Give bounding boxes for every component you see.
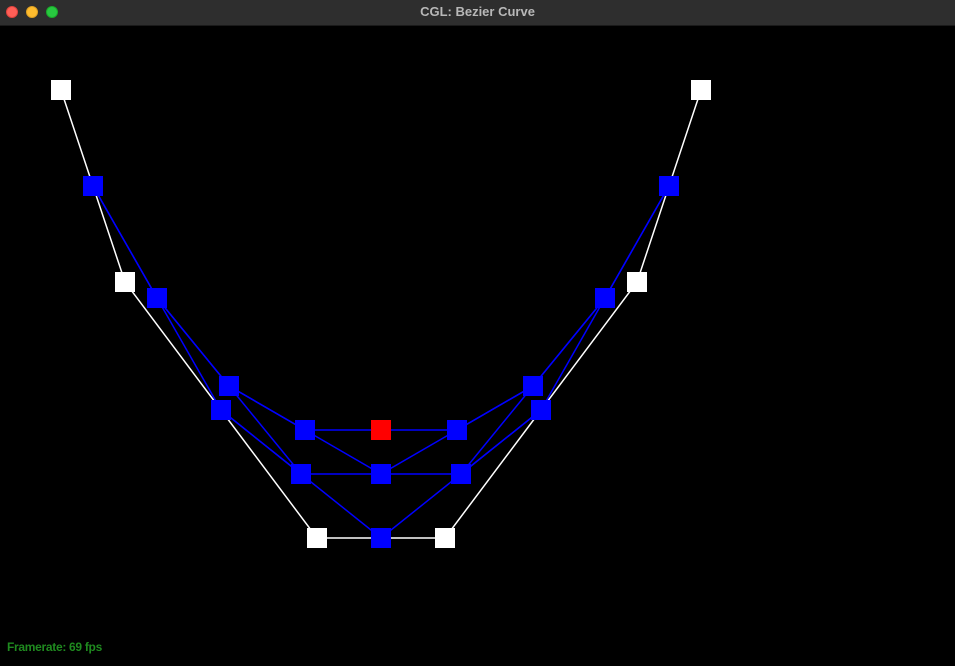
intermediate-point xyxy=(147,288,167,308)
intermediate-point xyxy=(83,176,103,196)
control-point-8[interactable] xyxy=(691,80,711,100)
intermediate-point xyxy=(371,528,391,548)
intermediate-point xyxy=(371,464,391,484)
intermediate-point xyxy=(295,420,315,440)
control-point-5[interactable] xyxy=(435,528,455,548)
control-point-2[interactable] xyxy=(115,272,135,292)
window-title: CGL: Bezier Curve xyxy=(420,4,535,19)
control-point-7[interactable] xyxy=(627,272,647,292)
canvas-background xyxy=(0,26,955,666)
intermediate-point xyxy=(291,464,311,484)
intermediate-point xyxy=(595,288,615,308)
control-point-4[interactable] xyxy=(307,528,327,548)
framerate-label: Framerate: 69 fps xyxy=(7,640,102,654)
control-point-6[interactable] xyxy=(531,400,551,420)
app-window: CGL: Bezier Curve Framerate: 69 fps xyxy=(0,0,955,666)
bezier-canvas[interactable] xyxy=(0,26,955,666)
intermediate-point xyxy=(447,420,467,440)
title-bar[interactable]: CGL: Bezier Curve xyxy=(0,0,955,26)
intermediate-point xyxy=(659,176,679,196)
control-point-1[interactable] xyxy=(51,80,71,100)
intermediate-point xyxy=(219,376,239,396)
curve-point xyxy=(371,420,391,440)
intermediate-point xyxy=(451,464,471,484)
intermediate-point xyxy=(523,376,543,396)
control-point-3[interactable] xyxy=(211,400,231,420)
